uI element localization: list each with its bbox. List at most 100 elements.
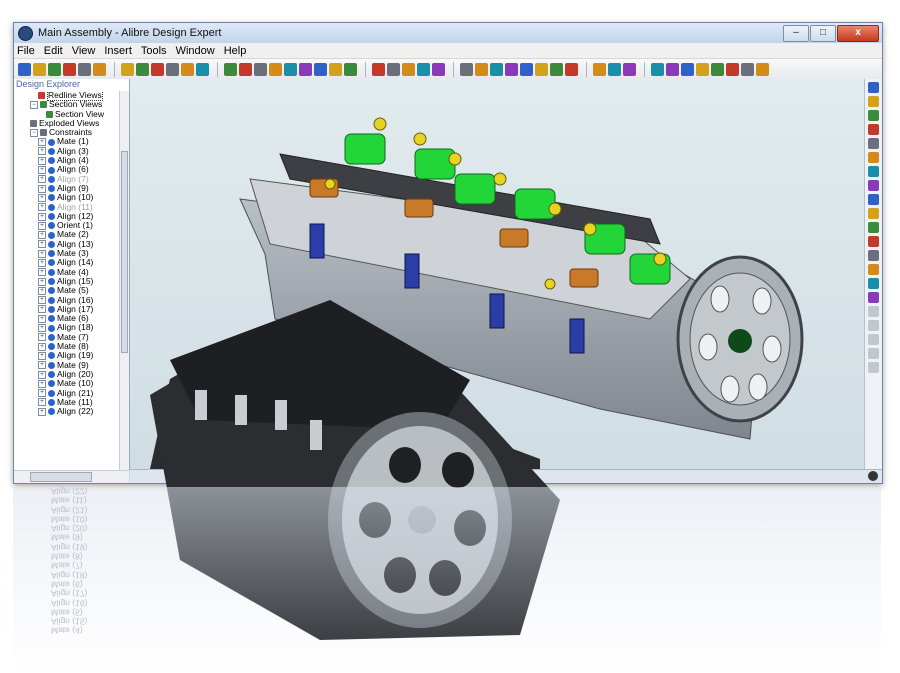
close-button[interactable]: x xyxy=(837,24,879,42)
back-view-icon[interactable] xyxy=(550,62,563,76)
menu-view[interactable]: View xyxy=(72,45,96,57)
balance-icon[interactable] xyxy=(741,62,754,76)
expand-icon[interactable]: + xyxy=(38,231,46,240)
expand-icon[interactable]: + xyxy=(38,240,46,249)
open-file-icon[interactable] xyxy=(33,62,46,76)
paste-icon[interactable] xyxy=(151,62,164,76)
sketch-icon[interactable] xyxy=(666,62,679,76)
title-bar[interactable]: Main Assembly - Alibre Design Expert – □… xyxy=(14,23,882,43)
color-icon[interactable] xyxy=(711,62,724,76)
new-file-icon[interactable] xyxy=(18,62,31,76)
expand-icon[interactable]: + xyxy=(38,212,46,221)
expand-icon[interactable]: + xyxy=(38,166,46,175)
measure-icon[interactable] xyxy=(608,62,621,76)
replace-icon[interactable] xyxy=(868,180,879,191)
collapse-icon[interactable]: − xyxy=(30,100,38,109)
bom-icon[interactable] xyxy=(868,278,879,289)
check-icon[interactable] xyxy=(726,62,739,76)
expand-icon[interactable]: + xyxy=(38,333,46,342)
expand-icon[interactable]: + xyxy=(38,389,46,398)
view-rotate-icon[interactable] xyxy=(868,250,879,261)
rotate-view-icon[interactable] xyxy=(329,62,342,76)
dot-icon[interactable] xyxy=(868,152,879,163)
box-select-icon[interactable] xyxy=(475,62,488,76)
lasso-icon[interactable] xyxy=(490,62,503,76)
expand-icon[interactable]: + xyxy=(38,361,46,370)
dimension-icon[interactable] xyxy=(681,62,694,76)
print-preview-icon[interactable] xyxy=(78,62,91,76)
view-left-icon[interactable] xyxy=(254,62,267,76)
constraint-icon[interactable] xyxy=(593,62,606,76)
redo-icon[interactable] xyxy=(196,62,209,76)
expand-icon[interactable]: + xyxy=(38,258,46,267)
forward-view-icon[interactable] xyxy=(565,62,578,76)
delete-icon[interactable] xyxy=(166,62,179,76)
explode-icon[interactable] xyxy=(387,62,400,76)
open-folder-icon[interactable] xyxy=(63,62,76,76)
analyze-icon[interactable] xyxy=(432,62,445,76)
insert-part-icon[interactable] xyxy=(651,62,664,76)
align-tool-icon[interactable] xyxy=(868,124,879,135)
maximize-button[interactable]: □ xyxy=(810,24,836,42)
constraint-mate-icon[interactable] xyxy=(868,110,879,121)
expand-icon[interactable]: + xyxy=(38,277,46,286)
expand-icon[interactable]: + xyxy=(38,342,46,351)
expand-icon[interactable]: + xyxy=(38,184,46,193)
expand-icon[interactable]: + xyxy=(38,221,46,230)
collapse-icon[interactable]: − xyxy=(30,128,38,137)
part-insert-icon[interactable] xyxy=(868,82,879,93)
expand-icon[interactable]: + xyxy=(38,147,46,156)
expand-icon[interactable]: + xyxy=(38,268,46,277)
grayed-icon-2[interactable] xyxy=(868,320,879,331)
menu-insert[interactable]: Insert xyxy=(104,45,132,57)
undo-icon[interactable] xyxy=(181,62,194,76)
table-icon[interactable] xyxy=(696,62,709,76)
menu-file[interactable]: File xyxy=(17,45,35,57)
status-indicator-icon[interactable] xyxy=(868,471,878,481)
menu-window[interactable]: Window xyxy=(176,45,215,57)
print-icon[interactable] xyxy=(93,62,106,76)
cut-icon[interactable] xyxy=(121,62,134,76)
expand-icon[interactable]: + xyxy=(38,407,46,416)
view-front-icon[interactable] xyxy=(224,62,237,76)
expand-icon[interactable]: + xyxy=(38,286,46,295)
expand-icon[interactable]: + xyxy=(38,398,46,407)
expand-icon[interactable]: + xyxy=(38,193,46,202)
view-bottom-icon[interactable] xyxy=(299,62,312,76)
expand-icon[interactable]: + xyxy=(38,379,46,388)
material-icon[interactable] xyxy=(402,62,415,76)
subassembly-icon[interactable] xyxy=(868,96,879,107)
expand-icon[interactable]: + xyxy=(38,203,46,212)
expand-icon[interactable]: + xyxy=(38,156,46,165)
expand-icon[interactable]: + xyxy=(38,175,46,184)
minimize-button[interactable]: – xyxy=(783,24,809,42)
paint-icon[interactable] xyxy=(868,222,879,233)
function-icon[interactable] xyxy=(868,264,879,275)
menu-tools[interactable]: Tools xyxy=(141,45,167,57)
grayed-icon-3[interactable] xyxy=(868,334,879,345)
save-icon[interactable] xyxy=(48,62,61,76)
explorer-horizontal-scrollbar[interactable] xyxy=(14,470,129,483)
scroll-thumb-horizontal[interactable] xyxy=(30,472,92,482)
view-back-icon[interactable] xyxy=(239,62,252,76)
dot-icon-2[interactable] xyxy=(868,208,879,219)
sphere-icon[interactable] xyxy=(868,166,879,177)
expand-icon[interactable]: + xyxy=(38,314,46,323)
color-part-icon[interactable] xyxy=(868,194,879,205)
grayed-icon-1[interactable] xyxy=(868,306,879,317)
zoom-icon[interactable] xyxy=(505,62,518,76)
3d-viewport[interactable] xyxy=(130,79,864,483)
copy-icon[interactable] xyxy=(136,62,149,76)
expand-icon[interactable]: + xyxy=(38,296,46,305)
menu-edit[interactable]: Edit xyxy=(44,45,63,57)
expand-icon[interactable]: + xyxy=(38,138,46,147)
link-icon[interactable] xyxy=(756,62,769,76)
flip-view-icon[interactable] xyxy=(344,62,357,76)
exploded-icon[interactable] xyxy=(868,236,879,247)
expand-icon[interactable]: + xyxy=(38,324,46,333)
design-icon[interactable] xyxy=(417,62,430,76)
zoom-fit-icon[interactable] xyxy=(535,62,548,76)
edit-icon[interactable] xyxy=(868,292,879,303)
select-icon[interactable] xyxy=(460,62,473,76)
tree-item[interactable]: + Align (22) xyxy=(14,406,119,416)
